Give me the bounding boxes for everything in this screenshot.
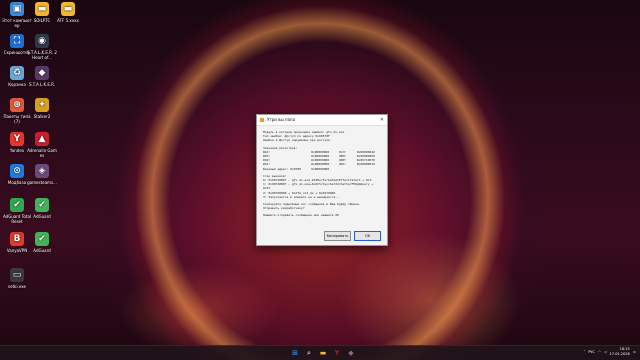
system-tray: ˄ РУС ◠ ◁ 18:15 17.01.2026 ▭ [583, 347, 636, 356]
clock-date: 17.01.2026 [609, 351, 630, 356]
desktop-icon-label: S.T.A.L.K.E.R. [28, 82, 56, 87]
desktop-icon-label: AdGuard [33, 248, 51, 253]
close-icon[interactable]: ✕ [380, 115, 384, 125]
register-cell [357, 167, 381, 171]
package-icon: ⊕ [10, 98, 24, 112]
adguard-icon: ✔ [10, 198, 24, 212]
desktop-icon-label: Stalker2 [33, 114, 51, 119]
screenshot-icon: ⛶ [10, 34, 24, 48]
taskbar: ⊞ ⌕ ▬ Y ◆ ˄ РУС ◠ ◁ 18:15 17.01.2026 ▭ [0, 345, 640, 360]
clock[interactable]: 18:15 17.01.2026 [610, 347, 630, 356]
folder-icon: ▬ [35, 2, 49, 16]
stalker2-icon: ✦ [35, 98, 49, 112]
app-icon: ▭ [10, 268, 24, 282]
yandex-icon[interactable]: Y [332, 348, 342, 358]
registers-table: RAX: 0x00000000 RCX: 0x00000042 RDX: 0x000000… [263, 150, 381, 171]
stack-line: 1: 0x00740B07 — gfx_dx.exe+0x2C5/SyncSet… [263, 182, 374, 191]
stalker-icon: ◉ [35, 34, 49, 48]
computer-icon: ▣ [10, 2, 24, 16]
desktop-icon[interactable]: ✔ AdGuard [26, 198, 58, 219]
modbase-icon: ⊙ [10, 164, 24, 178]
windows-start-icon[interactable]: ⊞ [290, 348, 300, 358]
register-cell: Базовый адрес: 0x0700 [263, 166, 301, 171]
desktop-icon-label: ATF 5.xxxx [57, 18, 79, 23]
folder-icon: ▬ [61, 2, 75, 16]
chevron-up-icon[interactable]: ˄ [583, 350, 585, 354]
desktop-icon[interactable]: ◉ S.T.A.L.K.E.R. 2 Heart of... [26, 34, 58, 60]
desktop-icon[interactable]: ✦ Stalker2 [26, 98, 58, 119]
desktop-icon-label: S.T.A.L.K.E.R. 2 Heart of... [27, 50, 57, 60]
ok-button[interactable]: ОК [354, 231, 381, 241]
app-icon [260, 118, 264, 122]
register-cell: 0x00000000 [311, 166, 330, 171]
desktop-icon[interactable]: ▭ setki.exe [1, 268, 33, 289]
vpn-icon: B [10, 232, 24, 246]
adrenalin-icon: ▲ [35, 132, 49, 146]
wifi-icon[interactable]: ◠ [598, 350, 601, 354]
dialog-titlebar[interactable]: Утри вы папа ✕ [257, 115, 387, 126]
desktop-icon-label: setki.exe [8, 284, 26, 289]
desktop-icon[interactable]: ✔ AdGuard [26, 232, 58, 253]
dialog-footer-text: Нажмите отправить сообщение или нажмите … [263, 213, 339, 218]
copy-button[interactable]: Копировать [324, 231, 351, 241]
yandex-icon: Y [10, 132, 24, 146]
desktop-icon-label: Adrenalin Games [27, 148, 57, 158]
game-icon[interactable]: ◆ [346, 348, 356, 358]
file-explorer-icon[interactable]: ▬ [318, 348, 328, 358]
dialog-body: Модуль в котором произошла ошибка: gfx_d… [257, 126, 387, 222]
desktop-icon[interactable]: ◈ gamesteams... [26, 164, 58, 185]
register-cell [339, 167, 352, 171]
desktop-icon[interactable]: ▬ ATF 5.xxxx [52, 2, 84, 23]
dialog-title: Утри вы папа [267, 117, 296, 122]
language-indicator[interactable]: РУС [588, 350, 595, 354]
desktop-icon-label: gamesteams... [27, 180, 57, 185]
notification-icon[interactable]: ▭ [633, 350, 636, 354]
adguard-icon: ✔ [35, 198, 49, 212]
game-icon: ◆ [35, 66, 49, 80]
dialog-buttons: Копировать ОК [324, 231, 381, 241]
recycle-bin-icon: ♻ [10, 66, 24, 80]
games-icon: ◈ [35, 164, 49, 178]
desktop-icon-label: AdGuard [33, 214, 51, 219]
desktop-icon[interactable]: ◆ S.T.A.L.K.E.R. [26, 66, 58, 87]
taskbar-apps: ⊞ ⌕ ▬ Y ◆ [290, 348, 356, 358]
search-icon[interactable]: ⌕ [304, 348, 314, 358]
desktop-icon[interactable]: ▲ Adrenalin Games [26, 132, 58, 158]
speaker-icon[interactable]: ◁ [604, 350, 607, 354]
adguard-icon: ✔ [35, 232, 49, 246]
error-dialog: Утри вы папа ✕ Модуль в котором произошл… [256, 114, 388, 246]
